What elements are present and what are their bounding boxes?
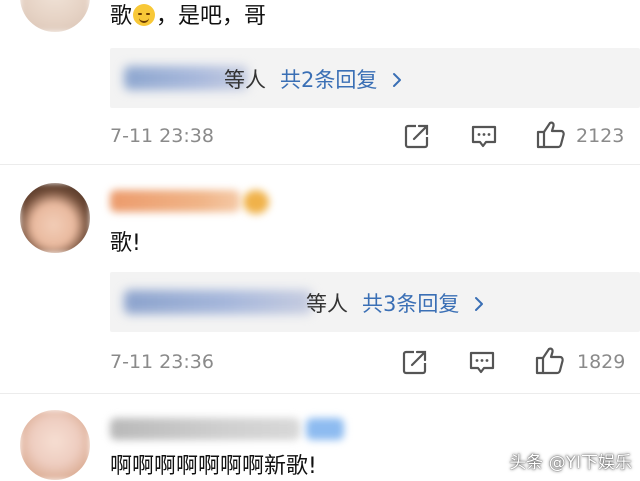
avatar[interactable] — [20, 410, 90, 480]
comment-body: 歌，是吧，哥 — [110, 4, 267, 29]
blurred-username[interactable] — [110, 418, 300, 440]
thumbs-up-icon[interactable] — [534, 346, 566, 376]
blurred-username[interactable] — [110, 190, 240, 212]
share-icon[interactable] — [403, 122, 431, 150]
grinning-face-emoji — [133, 4, 156, 26]
share-icon[interactable] — [401, 348, 429, 376]
view-replies-link[interactable]: 共2条回复 — [280, 64, 404, 94]
reply-suffix: 等人 — [224, 68, 266, 92]
reply-suffix: 等人 — [306, 292, 348, 316]
blurred-badge — [243, 190, 269, 214]
blurred-reply-users — [124, 290, 312, 314]
like-count: 1829 — [577, 351, 626, 373]
comment-body: 啊啊啊啊啊啊啊新歌! — [110, 454, 317, 479]
thumbs-up-icon[interactable] — [535, 120, 567, 150]
watermark: 头条 @YI下娱乐 — [509, 453, 632, 473]
view-replies-link[interactable]: 共3条回复 — [362, 288, 486, 318]
comment-time: 7-11 23:36 — [110, 351, 214, 373]
reply-preview[interactable]: 等人 共3条回复 — [110, 272, 640, 332]
comment-icon[interactable] — [470, 122, 498, 150]
divider — [0, 393, 640, 394]
avatar[interactable] — [20, 0, 90, 32]
chevron-right-icon — [393, 73, 402, 87]
blurred-badge — [306, 418, 344, 440]
comment-body: 歌! — [110, 231, 141, 256]
avatar[interactable] — [20, 183, 90, 253]
like-count: 2123 — [576, 125, 625, 147]
divider — [0, 164, 640, 165]
chevron-right-icon — [475, 297, 484, 311]
comment-time: 7-11 23:38 — [110, 125, 214, 147]
reply-preview[interactable]: 等人 共2条回复 — [110, 48, 640, 108]
comment-icon[interactable] — [468, 348, 496, 376]
